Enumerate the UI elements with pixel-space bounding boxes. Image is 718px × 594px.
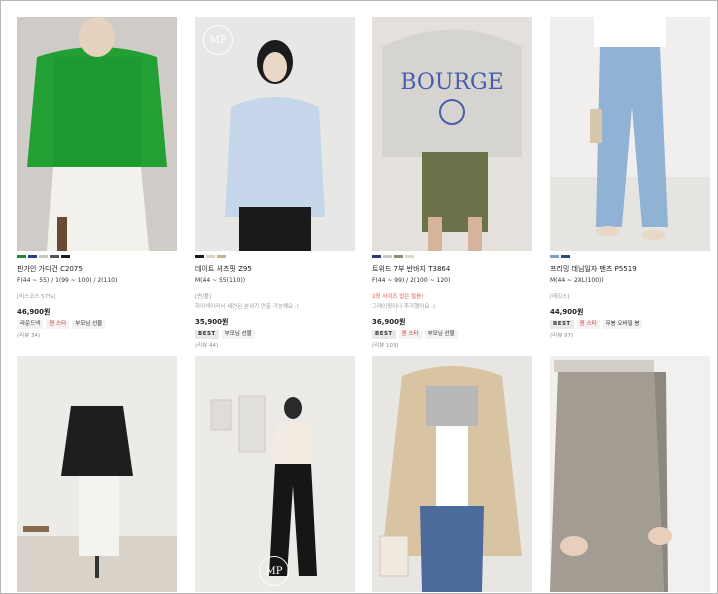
color-swatch [206,255,215,258]
product-note: 하이넥이라서 세련된 분위기 연출 가능해요 :) [195,304,299,310]
color-swatches [17,255,177,258]
product-price: 36,900원 [372,318,406,326]
badge-list: BEST 원 스타 무봉 오바밀 봉 [550,320,710,329]
product-name[interactable]: 프리밍 데님일자 팬츠 P5519 [550,264,710,274]
product-note: [레깅스] [550,294,570,300]
badge: 부모님 선물 [221,330,255,339]
badge: 원 스타 [46,320,70,329]
product-image[interactable]: BOURGE [372,17,532,251]
badge: BEST [372,330,396,339]
badge-list: 라운드넥 원 스타 부모님 선물 [17,320,177,329]
color-swatch [561,255,570,258]
badge: 부모님 선물 [424,330,458,339]
product-card[interactable] [550,356,710,592]
color-swatch [61,255,70,258]
product-note: 그레이핏이나 추가했어요 :) [372,304,436,310]
product-card[interactable]: 프리밍 데님일자 팬츠 P5519 M(44 ~ 2XL(100)) [레깅스]… [550,17,710,339]
product-size: M(44 ~ 55(110)) [195,277,246,284]
brand-logo-icon: MP [259,556,289,586]
product-image[interactable]: MP [195,356,355,592]
badge: 원 스타 [398,330,422,339]
review-count: (리뷰 44) [195,343,219,349]
brand-logo-icon: MP [203,25,233,55]
color-swatch [550,255,559,258]
product-image[interactable]: MP [195,17,355,251]
color-swatches [372,255,532,258]
badge: 부모님 선물 [72,320,106,329]
product-price: 44,900원 [550,308,584,316]
svg-text:BOURGE: BOURGE [400,70,503,95]
product-image[interactable] [550,356,710,592]
color-swatch [372,255,381,258]
color-swatch [195,255,204,258]
color-swatch [217,255,226,258]
product-image[interactable] [372,356,532,592]
product-card[interactable] [17,356,177,592]
color-swatch [28,255,37,258]
color-swatch [383,255,392,258]
badge-list: BEST 부모님 선물 [195,330,355,339]
product-image[interactable] [550,17,710,251]
product-image[interactable] [17,356,177,592]
badge: 라운드넥 [17,320,44,329]
product-card[interactable]: MP [195,356,355,592]
badge-list: BEST 원 스타 부모님 선물 [372,330,532,339]
product-size: M(44 ~ 2XL(100)) [550,277,604,284]
product-image[interactable] [17,17,177,251]
badge: 무봉 오바밀 봉 [602,320,643,329]
badge: 원 스타 [576,320,600,329]
product-name[interactable]: 데이트 셔츠핏 Z95 [195,264,355,274]
product-card[interactable]: MP 데이트 셔츠핏 Z95 M(44 ~ 55(110)) [면/폴] 하이넥… [195,17,355,349]
color-swatch [50,255,59,258]
review-count: (리뷰 34) [17,333,41,339]
color-swatches [550,255,710,258]
product-note: [비스코스 57%] [17,294,56,300]
review-count: (리뷰 97) [550,333,574,339]
product-note: 2장 사이즈 업은 않음! [372,294,424,300]
review-count: (리뷰 103) [372,343,399,349]
product-note: [면/폴] [195,294,212,300]
color-swatch [39,255,48,258]
color-swatch [17,255,26,258]
color-swatches [195,255,355,258]
product-card[interactable] [372,356,532,592]
product-card[interactable]: 핀가인 가디건 C2075 F(44 ~ 55) / 1(99 ~ 100) /… [17,17,177,339]
color-swatch [405,255,414,258]
product-name[interactable]: 핀가인 가디건 C2075 [17,264,177,274]
color-swatch [394,255,403,258]
product-price: 46,900원 [17,308,51,316]
product-name[interactable]: 트위드 7부 반바지 T3864 [372,264,532,274]
product-card[interactable]: BOURGE 트위드 7부 반바지 T3864 F(44 ~ 99) / 2(1… [372,17,532,349]
badge: BEST [195,330,219,339]
product-size: F(44 ~ 55) / 1(99 ~ 100) / 2(110) [17,277,118,284]
badge: BEST [550,320,574,329]
product-price: 35,900원 [195,318,229,326]
product-size: F(44 ~ 99) / 2(100 ~ 120) [372,277,451,284]
